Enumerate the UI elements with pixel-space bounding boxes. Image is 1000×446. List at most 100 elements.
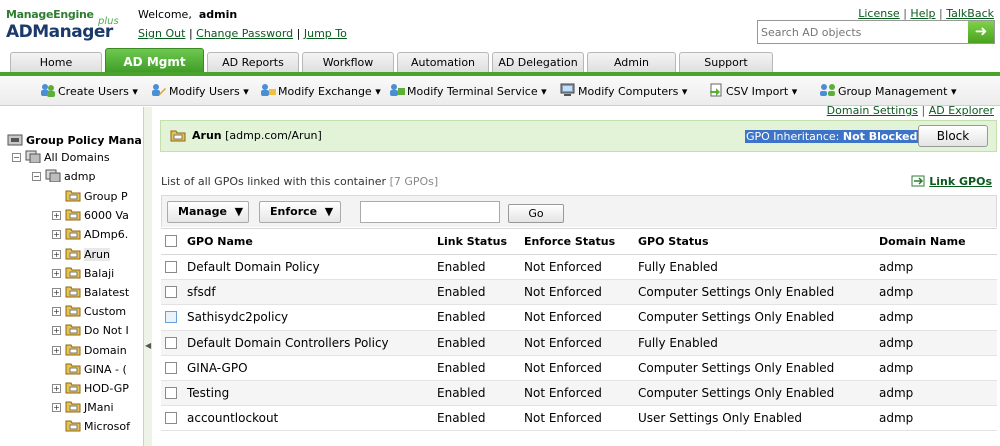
license-link[interactable]: License	[858, 7, 899, 20]
tree-item[interactable]: +6000 Va	[52, 208, 129, 224]
domain-name-cell: admp	[875, 279, 997, 306]
row-checkbox[interactable]	[165, 311, 177, 324]
gpo-name-cell[interactable]: Testing	[183, 380, 433, 407]
tree-all-domains[interactable]: − All Domains	[12, 150, 110, 166]
ou-folder-icon	[65, 323, 81, 336]
tab-ad-mgmt[interactable]: AD Mgmt	[105, 48, 204, 74]
row-checkbox[interactable]	[165, 361, 177, 374]
group-management-label: Group Management	[838, 85, 948, 98]
tree-item[interactable]: + Custom	[52, 304, 126, 320]
row-checkbox[interactable]	[165, 261, 177, 274]
row-checkbox[interactable]	[165, 286, 177, 299]
gpo-count: [7 GPOs]	[389, 175, 439, 188]
tree-root[interactable]: Group Policy Mana	[7, 133, 141, 149]
expand-icon[interactable]: +	[52, 230, 61, 240]
all-domains-label: All Domains	[44, 151, 110, 164]
table-row[interactable]: Testing Enabled Not Enforced Computer Setti…	[161, 380, 997, 407]
tree-item[interactable]: + Balaji	[52, 266, 114, 282]
row-checkbox[interactable]	[165, 412, 177, 425]
tab-automation[interactable]: Automation	[397, 52, 489, 74]
link-gpos-link[interactable]: Link GPOs	[911, 175, 992, 188]
enforce-button[interactable]: Enforce ▼	[259, 201, 341, 223]
search-input[interactable]	[761, 24, 966, 40]
go-button[interactable]: Go	[508, 204, 564, 223]
expand-icon[interactable]: +	[52, 345, 61, 355]
expand-icon[interactable]: +	[52, 249, 61, 259]
gpo-status-cell: Computer Settings Only Enabled	[634, 355, 875, 381]
table-row[interactable]: Default Domain Policy Enabled Not Enforced…	[161, 254, 997, 281]
expand-icon[interactable]: +	[52, 211, 61, 221]
expand-icon[interactable]: +	[52, 384, 61, 393]
sidebar-splitter[interactable]: ◀	[143, 107, 152, 446]
collapse-icon[interactable]: −	[12, 153, 21, 162]
tree-item[interactable]: + Do Not I	[52, 323, 129, 339]
expand-icon[interactable]: +	[52, 288, 61, 297]
gpo-name-cell[interactable]: GINA-GPO	[183, 355, 433, 381]
tree-item[interactable]: + JMani	[52, 400, 114, 416]
tree-item[interactable]: Microsof	[52, 419, 130, 435]
table-row[interactable]: Sathisydc2policy Enabled Not Enforced Compu…	[161, 304, 997, 331]
modify-terminal-service-menu[interactable]: Modify Terminal Service ▾	[389, 83, 547, 98]
talkback-link[interactable]: TalkBack	[946, 7, 994, 20]
tree-item[interactable]: Group P	[52, 189, 128, 205]
table-header-row: GPO Name Link Status Enforce Status GPO …	[161, 228, 997, 255]
tab-admin[interactable]: Admin	[587, 52, 676, 74]
csv-import-menu[interactable]: CSV Import ▾	[708, 83, 797, 98]
tree-item-label: Microsof	[84, 420, 130, 434]
block-inheritance-button[interactable]: Block	[918, 125, 988, 147]
change-password-link[interactable]: Change Password	[196, 27, 293, 40]
row-checkbox[interactable]	[165, 336, 177, 349]
tree-domain[interactable]: − admp	[32, 169, 95, 185]
tab-workflow[interactable]: Workflow	[302, 52, 394, 74]
gpo-name-cell[interactable]: accountlockout	[183, 405, 433, 432]
help-link[interactable]: Help	[910, 7, 935, 20]
csv-import-label: CSV Import	[726, 85, 789, 98]
expand-icon[interactable]: +	[52, 326, 61, 336]
modify-exchange-menu[interactable]: Modify Exchange ▾	[260, 83, 381, 98]
link-separator: |	[296, 27, 301, 40]
search-go-button[interactable]: ➜	[968, 21, 994, 43]
ou-folder-icon	[65, 266, 81, 279]
tree-item[interactable]: + ADmp6.	[52, 227, 128, 243]
table-row[interactable]: accountlockout Enabled Not Enforced User Se…	[161, 405, 997, 432]
tab-ad-reports[interactable]: AD Reports	[207, 52, 299, 74]
tab-support[interactable]: Support	[679, 52, 773, 74]
expand-icon[interactable]: +	[52, 307, 61, 317]
col-link-status[interactable]: Link Status	[433, 228, 520, 255]
modify-users-menu[interactable]: Modify Users ▾	[151, 83, 249, 98]
collapse-left-icon[interactable]: ◀	[145, 341, 151, 350]
sign-out-link[interactable]: Sign Out	[138, 27, 185, 40]
gpo-name-cell[interactable]: Default Domain Controllers Policy	[183, 330, 433, 356]
expand-icon[interactable]: +	[52, 268, 61, 278]
col-domain-name[interactable]: Domain Name	[875, 228, 997, 255]
enforce-status-cell: Not Enforced	[520, 405, 634, 432]
domain-name-cell: admp	[875, 254, 997, 281]
gpo-name-cell[interactable]: sfsdf	[183, 279, 433, 306]
group-icon	[820, 83, 836, 97]
col-gpo-name[interactable]: GPO Name	[183, 228, 433, 255]
table-row[interactable]: Default Domain Controllers Policy Enabled…	[161, 330, 997, 356]
jump-to-link[interactable]: Jump To	[304, 27, 347, 40]
col-enforce-status[interactable]: Enforce Status	[520, 228, 634, 255]
manage-button[interactable]: Manage ▼	[167, 201, 249, 223]
tree-item[interactable]: + HOD-GP	[52, 381, 129, 397]
gpo-name-cell[interactable]: Sathisydc2policy	[183, 304, 433, 331]
gpo-name-cell[interactable]: Default Domain Policy	[183, 254, 433, 281]
tree-item[interactable]: + Domain	[52, 343, 127, 359]
create-users-menu[interactable]: Create Users ▾	[40, 83, 138, 98]
expand-icon[interactable]: +	[52, 403, 61, 413]
tab-ad-delegation[interactable]: AD Delegation	[492, 52, 584, 74]
modify-computers-menu[interactable]: Modify Computers ▾	[560, 83, 687, 98]
table-row[interactable]: sfsdf Enabled Not Enforced Computer Setting…	[161, 279, 997, 306]
group-management-menu[interactable]: Group Management ▾	[820, 83, 956, 98]
tab-home[interactable]: Home	[10, 52, 102, 74]
table-row[interactable]: GINA-GPO Enabled Not Enforced Computer Sett…	[161, 355, 997, 381]
select-all-checkbox[interactable]	[165, 235, 177, 247]
tree-item[interactable]: + Arun	[52, 247, 110, 263]
row-checkbox[interactable]	[165, 387, 177, 400]
tree-item[interactable]: + Balatest	[52, 285, 129, 301]
tree-item[interactable]: GINA - (	[52, 362, 127, 378]
filter-input[interactable]	[360, 201, 500, 223]
collapse-icon[interactable]: −	[32, 172, 41, 181]
col-gpo-status[interactable]: GPO Status	[634, 228, 875, 255]
